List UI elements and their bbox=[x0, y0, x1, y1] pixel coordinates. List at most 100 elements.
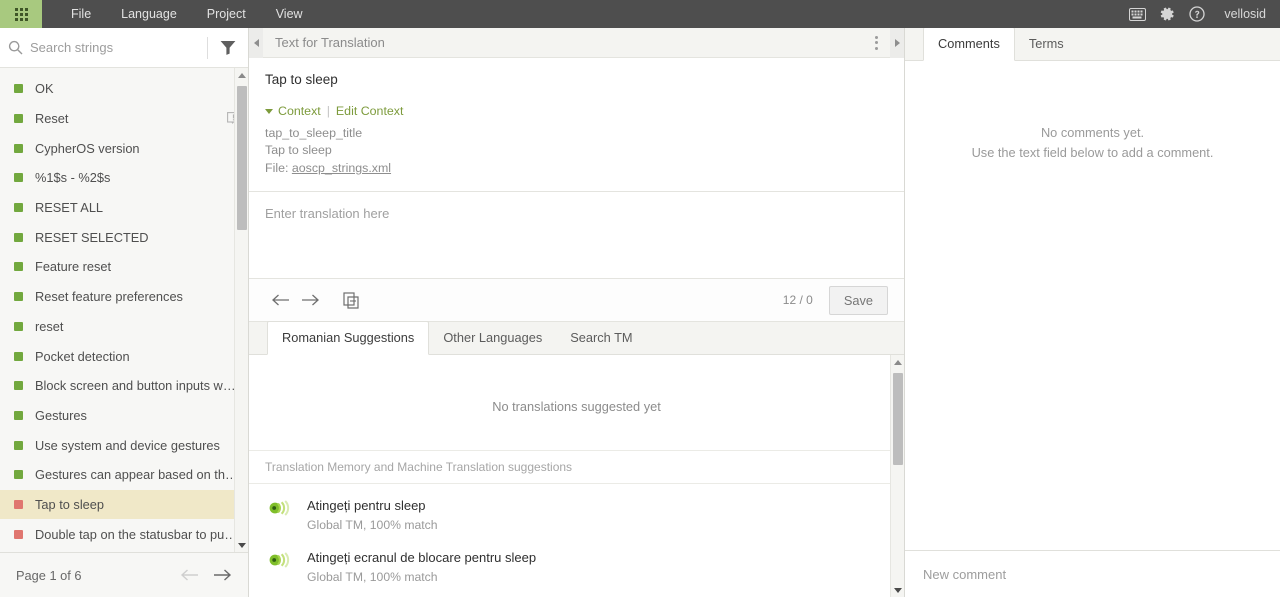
list-item[interactable]: Reset feature preferences bbox=[0, 282, 248, 312]
list-item-label: Gestures can appear based on the d... bbox=[35, 467, 240, 483]
tm-suggestion-text: Atingeți pentru sleep bbox=[307, 498, 426, 513]
strings-sidebar: OK Reset CypherOS version %1$s - %2$s RESET … bbox=[0, 28, 249, 597]
menu-item-file[interactable]: File bbox=[56, 0, 106, 28]
page-indicator: Page 1 of 6 bbox=[16, 567, 82, 583]
top-right-actions: vellosid bbox=[1124, 0, 1280, 28]
comments-panel: Comments Terms No comments yet. Use the … bbox=[905, 27, 1280, 597]
status-indicator bbox=[14, 470, 23, 480]
prev-page-button[interactable] bbox=[180, 568, 199, 582]
sidebar-scrollbar[interactable] bbox=[234, 68, 248, 552]
list-item-label: Gestures bbox=[35, 407, 87, 423]
caret-down-icon[interactable] bbox=[265, 108, 273, 114]
search-input[interactable] bbox=[30, 40, 207, 55]
tm-suggestion-text: Atingeți ecranul de blocare pentru sleep bbox=[307, 550, 537, 565]
chevron-left-icon[interactable] bbox=[249, 27, 263, 58]
menu-item-project[interactable]: Project bbox=[192, 0, 261, 28]
list-item-label: Feature reset bbox=[35, 259, 112, 275]
scroll-up-icon[interactable] bbox=[235, 68, 248, 82]
sidebar-scroll-thumb[interactable] bbox=[237, 86, 247, 230]
copy-source-icon[interactable] bbox=[336, 285, 366, 315]
list-item[interactable]: Gestures bbox=[0, 401, 248, 431]
tm-suggestion-item[interactable]: Tap pentru sleep bbox=[249, 588, 904, 597]
filter-funnel-icon[interactable] bbox=[208, 28, 248, 68]
comments-panel-tabs: Comments Terms bbox=[905, 27, 1280, 61]
suggestions-scroll-up-icon[interactable] bbox=[891, 355, 904, 369]
save-button[interactable]: Save bbox=[828, 285, 888, 315]
list-item[interactable]: RESET ALL bbox=[0, 193, 248, 223]
new-comment-input[interactable] bbox=[923, 566, 1262, 582]
tab-comments[interactable]: Comments bbox=[923, 27, 1015, 61]
context-file-label: File: bbox=[265, 161, 289, 175]
context-separator: | bbox=[326, 104, 330, 118]
help-icon[interactable] bbox=[1184, 0, 1210, 28]
list-item[interactable]: reset bbox=[0, 312, 248, 342]
status-indicator bbox=[14, 410, 23, 420]
prev-string-button[interactable] bbox=[265, 285, 295, 315]
next-string-button[interactable] bbox=[295, 285, 325, 315]
list-item-label: Tap to sleep bbox=[35, 496, 105, 512]
list-item[interactable]: %1$s - %2$s bbox=[0, 163, 248, 193]
context-toggle-link[interactable]: Context bbox=[278, 104, 321, 118]
list-item[interactable]: CypherOS version bbox=[0, 133, 248, 163]
tab-search-tm[interactable]: Search TM bbox=[556, 322, 646, 354]
edit-context-link[interactable]: Edit Context bbox=[336, 104, 404, 118]
suggestions-scrollbar[interactable] bbox=[890, 355, 904, 597]
menu-item-view[interactable]: View bbox=[261, 0, 318, 28]
source-text: Tap to sleep bbox=[265, 72, 338, 87]
tm-suggestion-body: Atingeți pentru sleep Global TM, 100% mat… bbox=[307, 498, 438, 532]
new-comment-row bbox=[905, 550, 1280, 597]
list-item[interactable]: Feature reset bbox=[0, 252, 248, 282]
list-item[interactable]: Gestures can appear based on the d... bbox=[0, 460, 248, 490]
tm-suggestion-item[interactable]: Atingeți ecranul de blocare pentru sleep… bbox=[249, 536, 904, 588]
tm-suggestion-item[interactable]: Atingeți pentru sleep Global TM, 100% mat… bbox=[249, 484, 904, 536]
list-item[interactable]: OK bbox=[0, 74, 248, 104]
tab-romanian-suggestions[interactable]: Romanian Suggestions bbox=[267, 321, 430, 355]
suggestions-scroll-down-icon[interactable] bbox=[891, 583, 904, 597]
pagination-buttons bbox=[180, 568, 232, 582]
context-key: tap_to_sleep_title bbox=[265, 126, 363, 140]
list-item[interactable]: Double tap on the statusbar to put t... bbox=[0, 519, 248, 549]
tm-source-icon bbox=[269, 499, 291, 517]
status-indicator bbox=[14, 173, 23, 183]
translation-input-placeholder[interactable]: Enter translation here bbox=[265, 206, 888, 221]
menu-item-language[interactable]: Language bbox=[106, 0, 192, 28]
search-icon bbox=[0, 40, 30, 55]
list-item[interactable]: Reset bbox=[0, 104, 248, 134]
username-label[interactable]: vellosid bbox=[1224, 7, 1266, 21]
tab-other-languages[interactable]: Other Languages bbox=[429, 322, 556, 354]
source-string-block: Tap to sleep Context | Edit Context tap_… bbox=[249, 58, 904, 177]
list-item-label: reset bbox=[35, 318, 64, 334]
editor-toolbar: 12 / 0 Save bbox=[249, 278, 904, 322]
status-indicator bbox=[14, 292, 23, 302]
scroll-down-icon[interactable] bbox=[235, 538, 248, 552]
suggestions-scroll-thumb[interactable] bbox=[893, 373, 903, 465]
context-links: Context | Edit Context bbox=[265, 104, 888, 118]
list-item[interactable]: Tap to sleep bbox=[0, 489, 248, 520]
editor-header: Text for Translation bbox=[249, 27, 904, 58]
list-item[interactable]: RESET SELECTED bbox=[0, 222, 248, 252]
list-item[interactable]: Pocket detection bbox=[0, 341, 248, 371]
list-item-label: RESET ALL bbox=[35, 200, 104, 216]
list-item-label: OK bbox=[35, 81, 54, 97]
list-item-label: %1$s - %2$s bbox=[35, 170, 111, 186]
next-page-button[interactable] bbox=[213, 568, 232, 582]
chevron-right-icon[interactable] bbox=[890, 27, 904, 58]
list-item-label: Pocket detection bbox=[35, 348, 130, 364]
more-vertical-icon[interactable] bbox=[862, 28, 890, 58]
tab-terms[interactable]: Terms bbox=[1015, 28, 1078, 60]
list-item-label: Reset feature preferences bbox=[35, 289, 183, 305]
translation-input-area[interactable]: Enter translation here bbox=[249, 191, 904, 278]
status-indicator bbox=[14, 440, 23, 450]
list-item[interactable]: Block screen and button inputs whe... bbox=[0, 371, 248, 401]
suggestions-empty-message: No translations suggested yet bbox=[492, 399, 661, 414]
gear-icon[interactable] bbox=[1154, 0, 1180, 28]
context-file-link[interactable]: aoscp_strings.xml bbox=[292, 161, 391, 175]
top-menu-bar: File Language Project View vellosid bbox=[0, 0, 1280, 28]
status-indicator bbox=[14, 351, 23, 361]
context-value: Tap to sleep bbox=[265, 143, 332, 157]
list-item-label: Use system and device gestures bbox=[35, 437, 220, 453]
list-item[interactable]: Use system and device gestures bbox=[0, 430, 248, 460]
app-grid-icon[interactable] bbox=[0, 0, 42, 28]
strings-list: OK Reset CypherOS version %1$s - %2$s RESET … bbox=[0, 68, 248, 552]
keyboard-icon[interactable] bbox=[1124, 0, 1150, 28]
